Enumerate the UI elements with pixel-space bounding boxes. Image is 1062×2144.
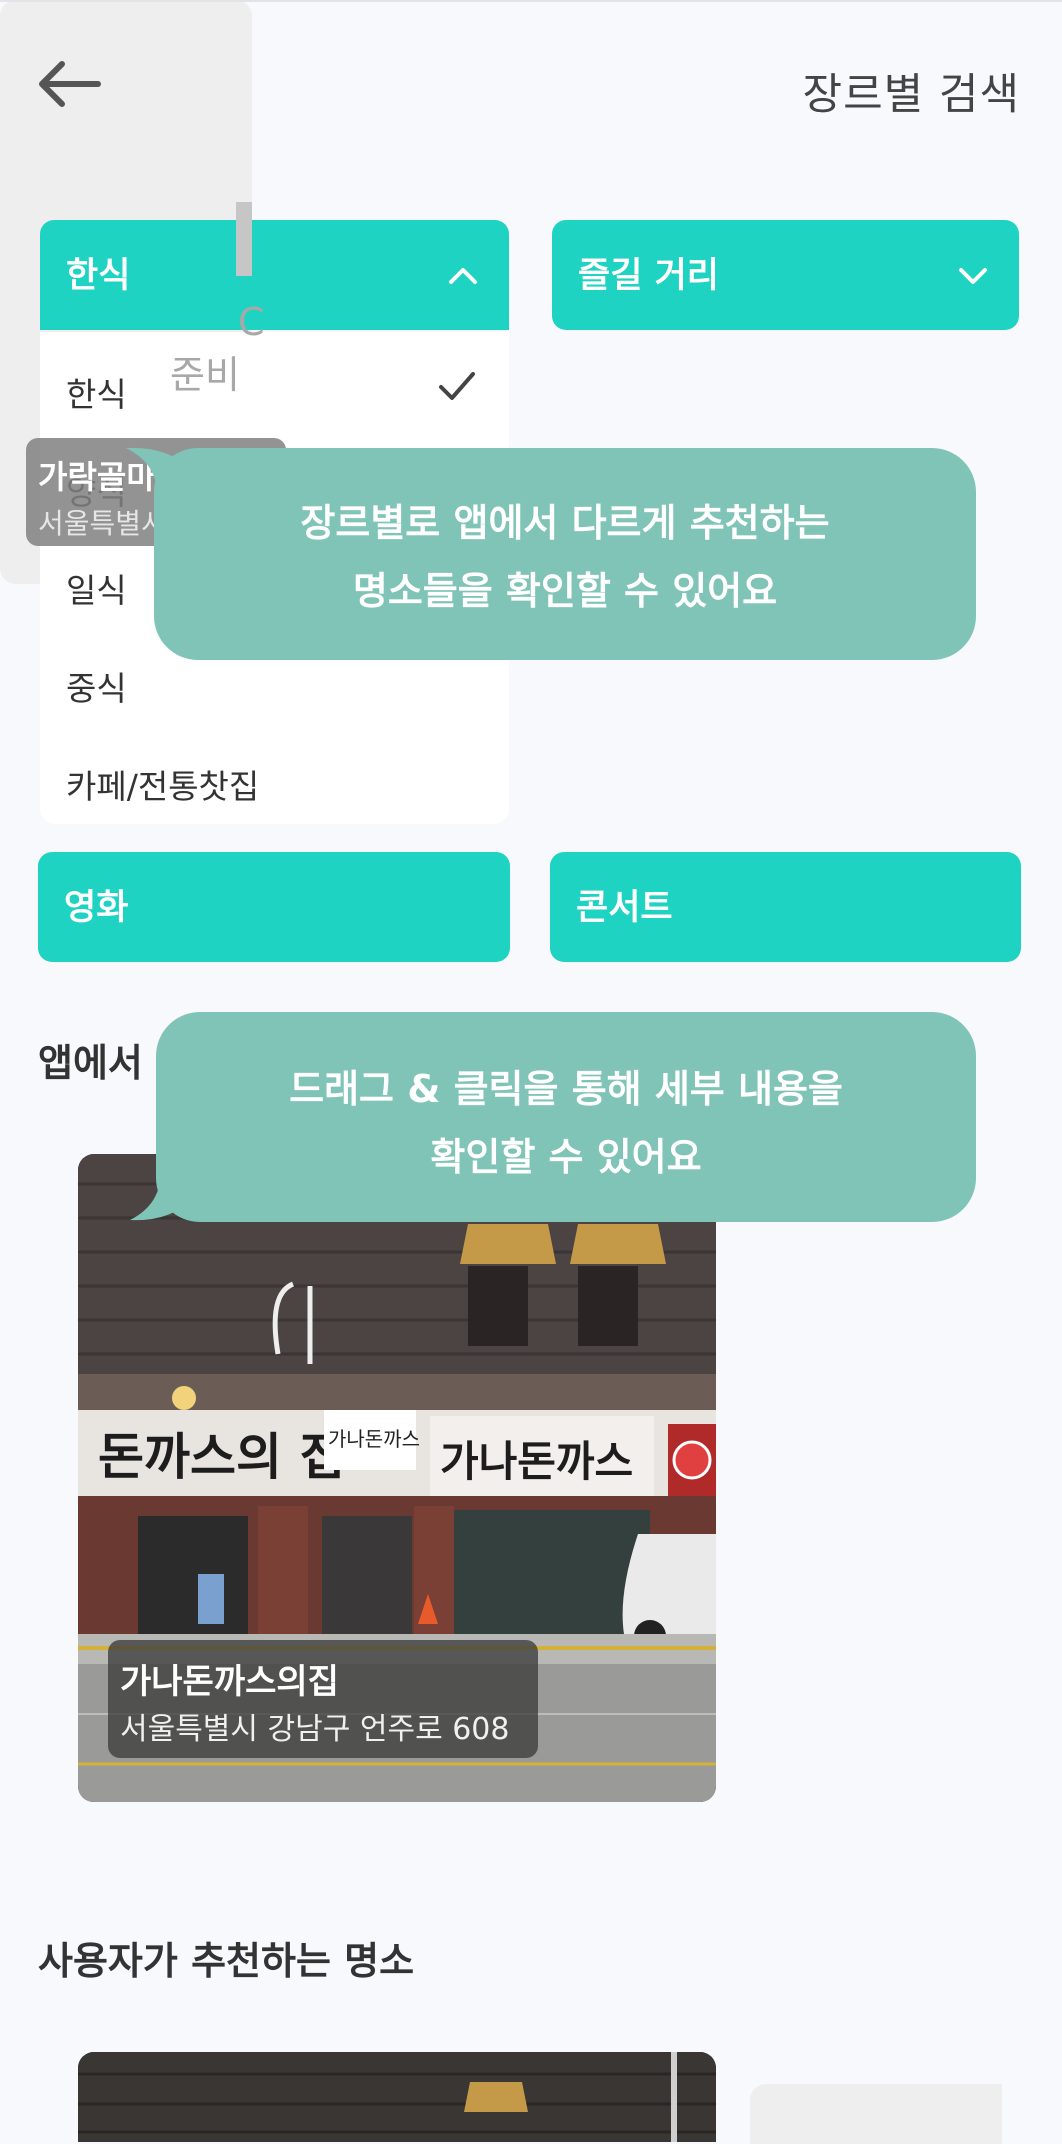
arrow-left-icon — [39, 61, 101, 107]
shop-sign-left: 돈까스의 집 — [98, 1427, 345, 1486]
placeholder-text: C — [238, 300, 265, 344]
shop-sign-small: 가나돈까스 — [328, 1427, 420, 1451]
tooltip-line: 명소들을 확인할 수 있어요 — [352, 569, 778, 613]
place-card[interactable]: 돈까스의 집 가나돈까스 가나돈까스 가나돈까스의집 서울특별시 강남구 언주로… — [78, 1154, 716, 1802]
menu-item-label: 한식 — [66, 375, 127, 414]
chevron-up-icon — [449, 268, 477, 284]
place-name: 가나돈까스의집 — [120, 1662, 339, 1702]
back-button[interactable] — [34, 58, 104, 110]
food-genre-label: 한식 — [66, 256, 131, 296]
food-genre-dropdown[interactable]: 한식 — [40, 220, 509, 330]
chevron-down-icon — [959, 268, 987, 284]
tooltip-line: 확인할 수 있어요 — [430, 1135, 702, 1179]
app-recommend-title: 앱에서 — [38, 1041, 143, 1085]
place-photo — [78, 2052, 716, 2142]
place-address: 서울특별시 강남구 언주로 608 — [120, 1712, 510, 1747]
menu-item-korean[interactable]: 한식 — [66, 368, 486, 416]
movie-genre-label: 영화 — [64, 888, 129, 928]
drag-tooltip: 드래그 & 클릭을 통해 세부 내용을 확인할 수 있어요 — [156, 1012, 976, 1222]
menu-item-cafe[interactable]: 카페/전통찻집 — [66, 760, 259, 808]
check-icon — [439, 372, 475, 400]
tooltip-line: 장르별로 앱에서 다르게 추천하는 — [300, 501, 830, 545]
menu-item-chinese[interactable]: 중식 — [66, 662, 127, 710]
placeholder-shape — [236, 202, 252, 276]
menu-item-label: 카페/전통찻집 — [66, 767, 260, 806]
concert-genre-button[interactable]: 콘서트 — [550, 852, 1021, 962]
place-card[interactable] — [78, 2052, 716, 2142]
menu-item-label: 일식 — [66, 571, 127, 610]
movie-genre-button[interactable]: 영화 — [38, 852, 510, 962]
page-title: 장르별 검색 — [802, 70, 1020, 120]
tooltip-tail — [130, 1160, 194, 1221]
placeholder-text: 준비 — [170, 353, 240, 397]
shop-sign-right: 가나돈까스 — [440, 1437, 633, 1486]
fun-genre-dropdown[interactable]: 즐길 거리 — [552, 220, 1019, 330]
tooltip-tail — [126, 447, 190, 504]
concert-genre-label: 콘서트 — [576, 888, 673, 928]
tooltip-line: 드래그 & 클릭을 통해 세부 내용을 — [289, 1067, 843, 1111]
place-card[interactable] — [750, 2084, 1002, 2144]
place-info-overlay: 가나돈까스의집 서울특별시 강남구 언주로 608 — [108, 1640, 538, 1758]
fun-genre-label: 즐길 거리 — [578, 256, 719, 296]
top-divider — [0, 0, 1062, 2]
genre-tooltip: 장르별로 앱에서 다르게 추천하는 명소들을 확인할 수 있어요 — [154, 448, 976, 660]
menu-item-label: 중식 — [66, 669, 127, 708]
menu-item-japanese[interactable]: 일식 — [66, 564, 127, 612]
user-recommend-title: 사용자가 추천하는 명소 — [38, 1939, 415, 1983]
